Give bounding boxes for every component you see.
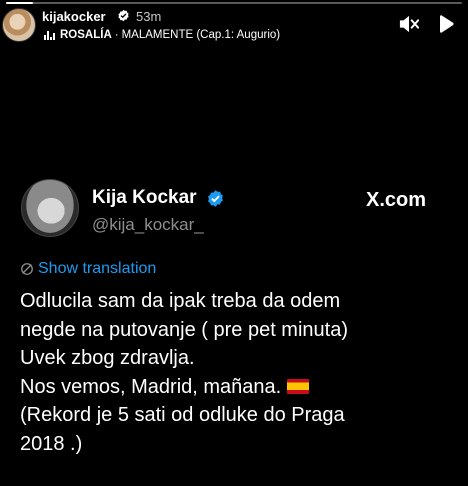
story-avatar[interactable] xyxy=(2,8,36,42)
tweet-text-line: Nos vemos, Madrid, mañana. xyxy=(20,373,460,402)
show-translation-label[interactable]: Show translation xyxy=(38,260,156,278)
tweet-text-line: (Rekord je 5 sati od odluke do Praga xyxy=(20,404,345,426)
tweet-text-line: Odlucila sam da ipak treba da odem xyxy=(20,290,341,312)
equalizer-icon xyxy=(44,30,55,40)
story-music-label[interactable]: ROSALÍA · MALAMENTE (Cap.1: Augurio) xyxy=(44,28,280,42)
x-logo: X.com xyxy=(366,189,427,211)
tweet-author-name[interactable]: Kija Kockar xyxy=(92,187,197,209)
story-progress-bar xyxy=(6,2,462,4)
globe-icon xyxy=(21,263,33,275)
verified-badge-icon xyxy=(208,190,223,207)
tweet-text: Odlucila sam da ipak treba da odem negde… xyxy=(20,287,460,458)
tweet-text-line: Uvek zbog zdravlja. xyxy=(20,347,195,369)
speaker-muted-icon[interactable] xyxy=(398,14,420,34)
tweet-text-line: negde na putovanje ( pre pet minuta) xyxy=(20,318,348,341)
verified-badge-icon xyxy=(118,9,129,22)
music-artist: ROSALÍA xyxy=(60,29,112,41)
story-timestamp: 53m xyxy=(136,9,162,24)
tweet-text-line: 2018 .) xyxy=(20,432,83,455)
tweet-author-avatar[interactable] xyxy=(21,179,79,237)
story-username[interactable]: kijakocker xyxy=(42,9,106,24)
music-song-title: MALAMENTE (Cap.1: Augurio) xyxy=(121,29,281,41)
tweet-author-handle[interactable]: @kija_kockar_ xyxy=(92,215,204,235)
spain-flag-icon xyxy=(287,378,310,394)
story-progress-fill xyxy=(6,2,34,4)
tweet-text-line-content: Nos vemos, Madrid, mañana. xyxy=(20,375,282,398)
play-icon[interactable] xyxy=(438,15,454,33)
tweet-card[interactable]: Kija Kockar @kija_kockar_ X.com Show tra… xyxy=(0,163,468,486)
music-separator: · xyxy=(114,29,119,41)
story-header: kijakocker 53m ROSALÍA · MALAMENTE (Cap.… xyxy=(0,6,468,46)
story-viewer[interactable]: kijakocker 53m ROSALÍA · MALAMENTE (Cap.… xyxy=(0,0,468,486)
show-translation-link[interactable]: Show translation xyxy=(20,260,156,278)
